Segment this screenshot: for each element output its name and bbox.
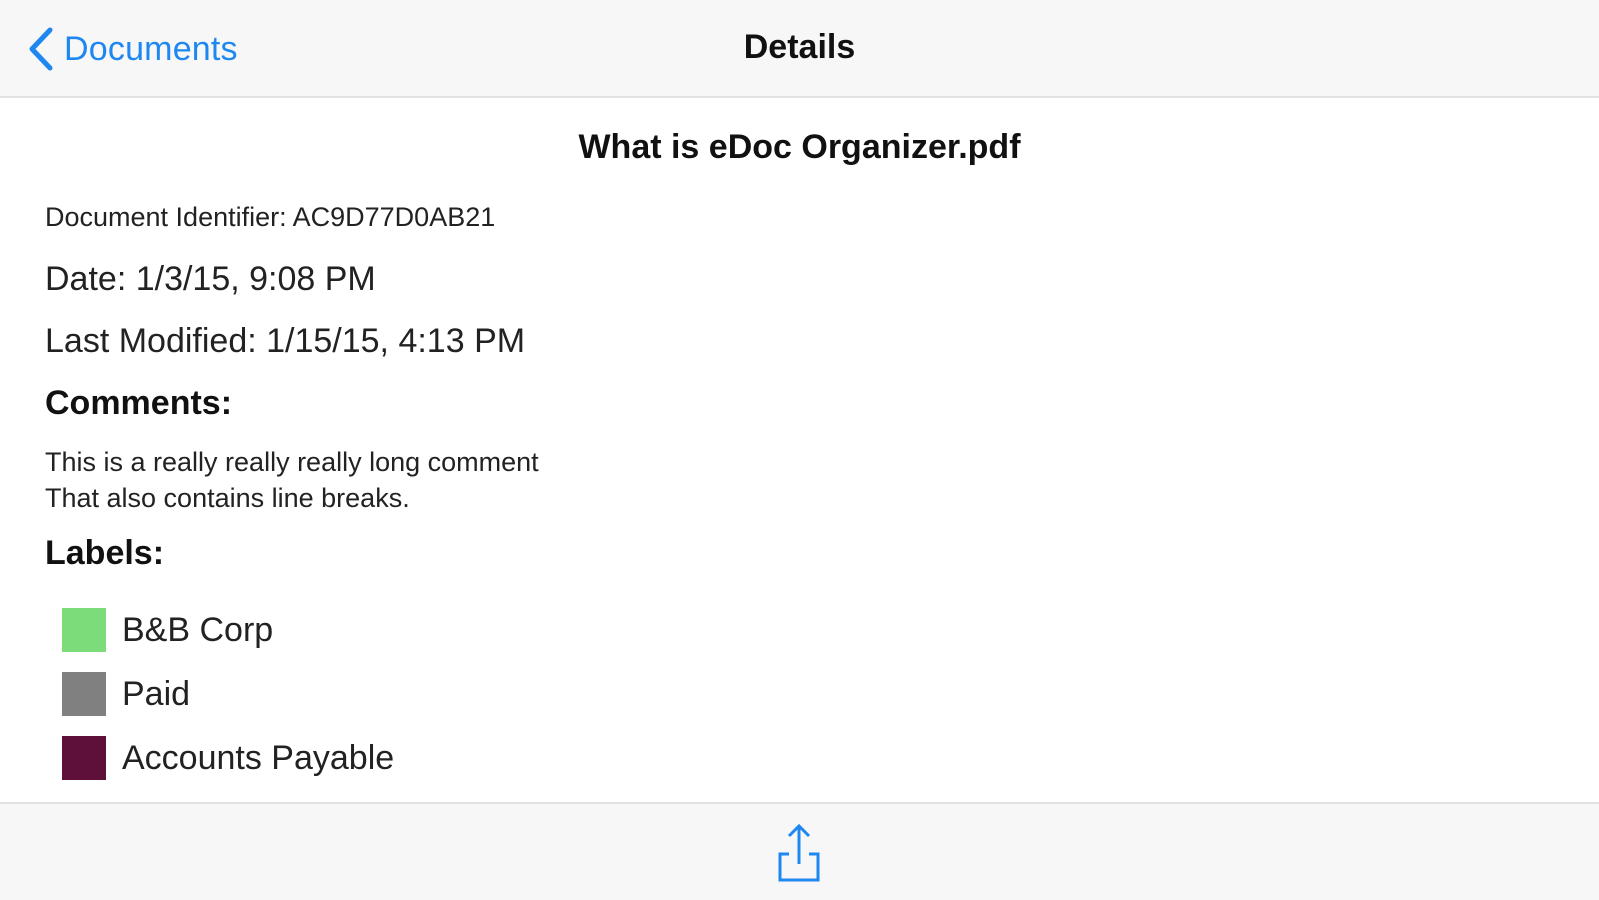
label-item: Paid	[62, 662, 394, 726]
label-color-swatch	[62, 672, 106, 716]
label-item: B&B Corp	[62, 598, 394, 662]
label-color-swatch	[62, 736, 106, 780]
document-details-screen: Documents Details What is eDoc Organizer…	[0, 0, 1599, 900]
document-identifier: Document Identifier: AC9D77D0AB21	[45, 202, 496, 232]
document-date: Date: 1/3/15, 9:08 PM	[45, 260, 376, 298]
comment-line: This is a really really really long comm…	[45, 447, 539, 477]
labels-heading: Labels:	[45, 534, 165, 572]
label-list: B&B Corp Paid Accounts Payable	[62, 598, 394, 790]
share-button[interactable]	[774, 822, 824, 884]
label-name: Accounts Payable	[122, 738, 395, 777]
share-icon	[774, 823, 824, 888]
bottom-toolbar	[0, 802, 1599, 900]
label-color-swatch	[62, 608, 106, 652]
comment-line: That also contains line breaks.	[45, 483, 410, 513]
page-title: Details	[743, 28, 856, 66]
comments-heading: Comments:	[45, 384, 233, 422]
document-title: What is eDoc Organizer.pdf	[578, 128, 1021, 166]
details-content: What is eDoc Organizer.pdf Document Iden…	[0, 98, 1599, 802]
label-name: B&B Corp	[122, 610, 274, 649]
label-name: Paid	[122, 674, 191, 713]
label-item: Accounts Payable	[62, 726, 394, 790]
comment-text: This is a really really really long comm…	[45, 444, 539, 516]
document-last-modified: Last Modified: 1/15/15, 4:13 PM	[45, 322, 526, 360]
navigation-bar: Documents Details	[0, 0, 1599, 98]
